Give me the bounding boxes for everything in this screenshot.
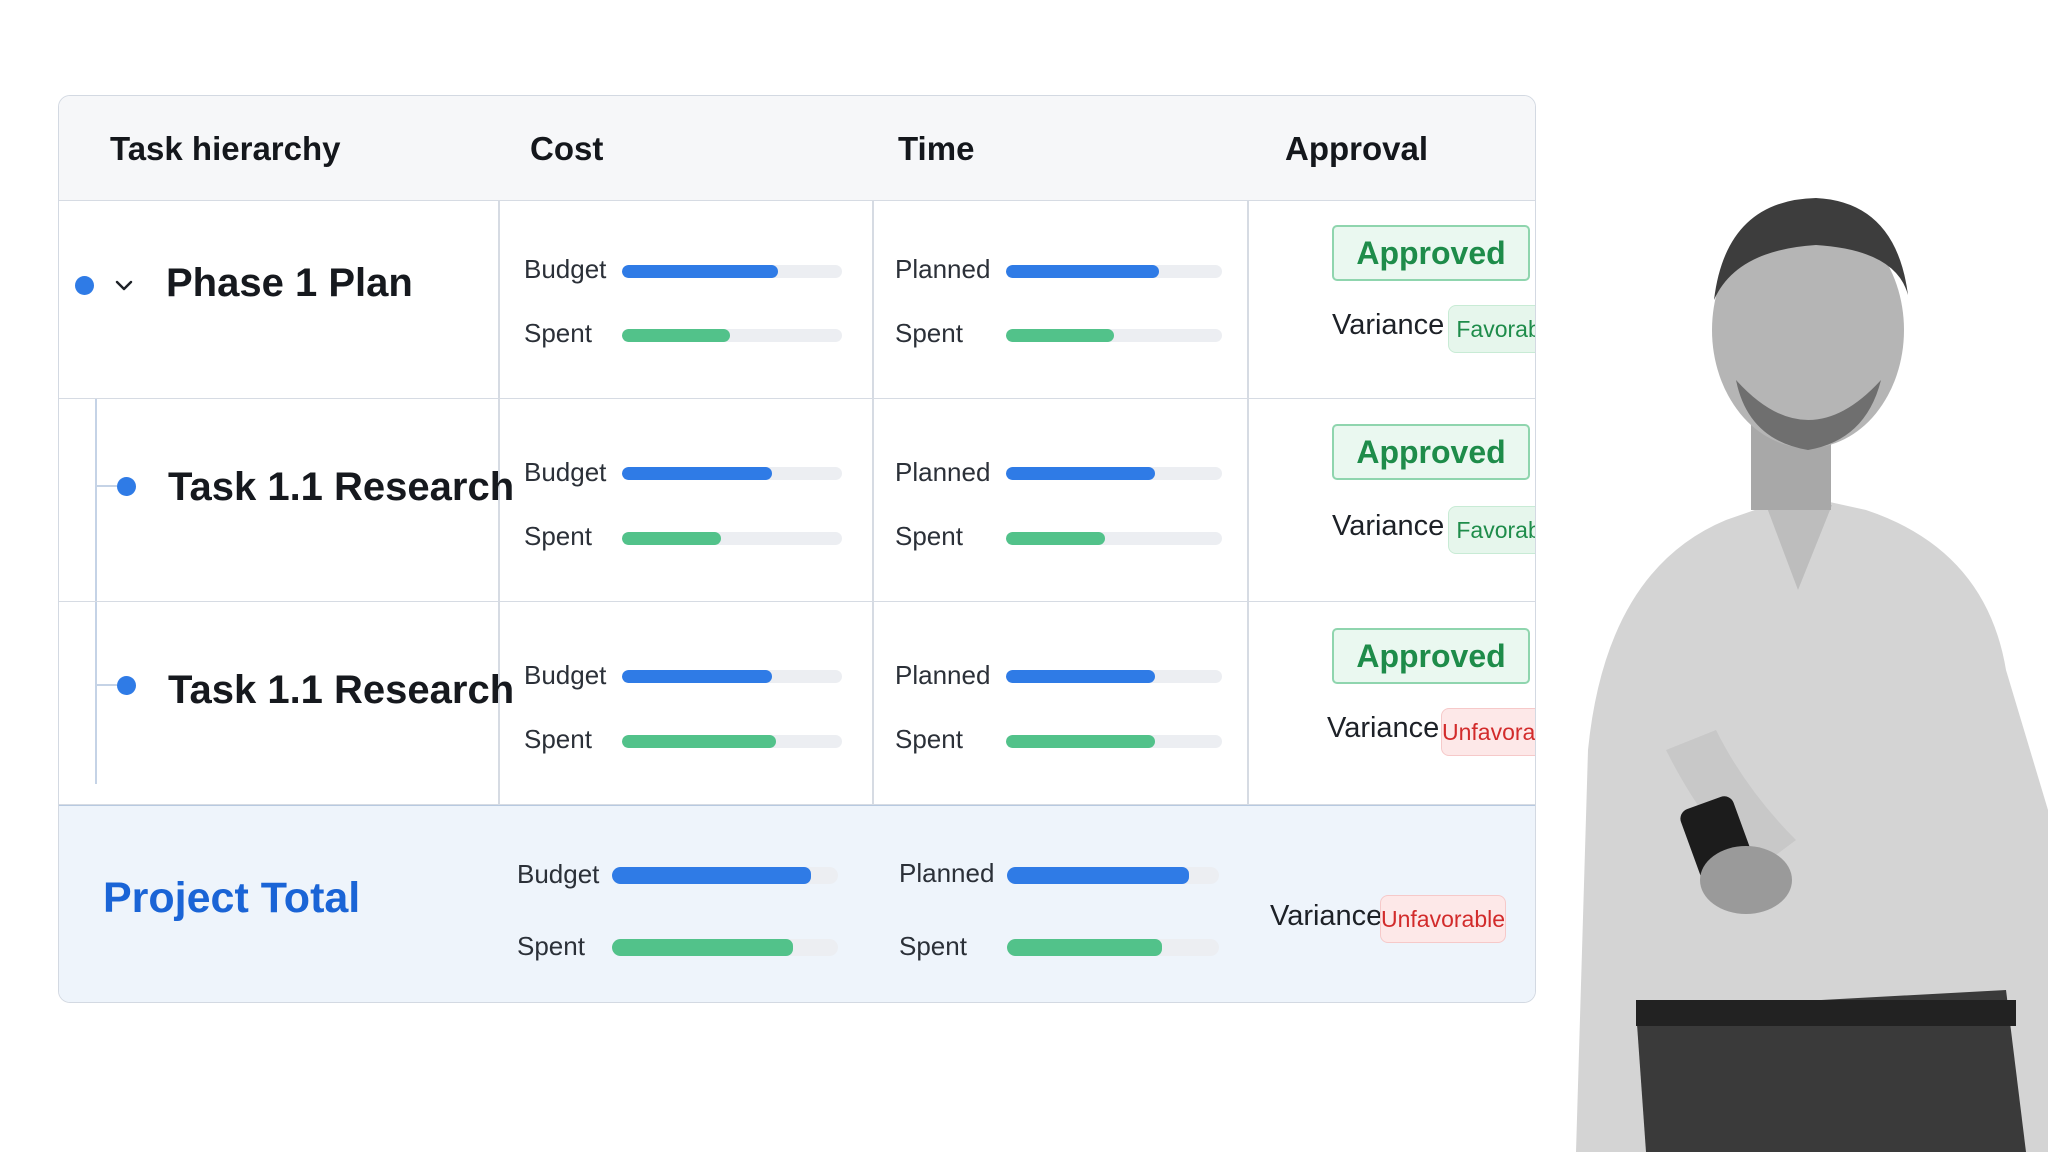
header-task-hierarchy[interactable]: Task hierarchy xyxy=(110,130,341,168)
header-time[interactable]: Time xyxy=(898,130,974,168)
tree-node-dot-icon xyxy=(117,477,136,496)
budget-bar xyxy=(612,867,838,884)
cost-spent-bar xyxy=(622,735,842,748)
table-row[interactable]: Task 1.1 Research Budget Spent Planned S… xyxy=(59,602,1535,805)
time-spent-bar xyxy=(1006,329,1222,342)
spent-label: Spent xyxy=(895,724,963,754)
spent-label: Spent xyxy=(524,318,592,348)
budget-label: Budget xyxy=(524,254,607,284)
task-name[interactable]: Phase 1 Plan xyxy=(166,261,413,306)
planned-bar xyxy=(1006,265,1222,278)
task-name[interactable]: Task 1.1 Research xyxy=(168,668,514,713)
cost-spent-bar xyxy=(622,329,842,342)
variance-badge: Favorable xyxy=(1448,305,1535,353)
project-total-label: Project Total xyxy=(103,874,361,922)
variance-label: Variance xyxy=(1332,309,1445,341)
planned-label: Planned xyxy=(895,457,991,487)
planned-label: Planned xyxy=(899,858,995,888)
variance-badge: Unfavorable xyxy=(1380,895,1506,943)
budget-bar xyxy=(622,265,842,278)
approval-status-badge[interactable]: Approved xyxy=(1332,225,1530,281)
time-spent-bar xyxy=(1006,532,1222,545)
cost-spent-bar xyxy=(612,939,838,956)
table-row[interactable]: Task 1.1 Research Budget Spent Planned S… xyxy=(59,399,1535,602)
approval-status-badge[interactable]: Approved xyxy=(1332,424,1530,480)
approval-status-badge[interactable]: Approved xyxy=(1332,628,1530,684)
variance-label: Variance xyxy=(1270,900,1383,932)
table-header: Task hierarchy Cost Time Approval xyxy=(59,96,1535,201)
planned-label: Planned xyxy=(895,254,991,284)
project-total-row[interactable]: Project Total Budget Spent Planned Spent… xyxy=(59,805,1535,1002)
planned-bar xyxy=(1007,867,1219,884)
chevron-down-icon[interactable] xyxy=(115,277,133,295)
variance-label: Variance xyxy=(1327,712,1440,744)
budget-label: Budget xyxy=(524,660,607,690)
spent-label: Spent xyxy=(899,931,967,961)
tree-branch-line xyxy=(95,684,117,686)
budget-label: Budget xyxy=(517,859,600,889)
time-spent-bar xyxy=(1006,735,1222,748)
header-cost[interactable]: Cost xyxy=(530,130,603,168)
planned-bar xyxy=(1006,670,1222,683)
presenter-photo xyxy=(1576,198,2048,1152)
budget-label: Budget xyxy=(524,457,607,487)
spent-label: Spent xyxy=(524,724,592,754)
spent-label: Spent xyxy=(524,521,592,551)
tree-node-dot-icon xyxy=(117,676,136,695)
spent-label: Spent xyxy=(895,318,963,348)
task-name[interactable]: Task 1.1 Research xyxy=(168,465,514,510)
budget-table: Task hierarchy Cost Time Approval Phase … xyxy=(58,95,1536,1003)
budget-bar xyxy=(622,670,842,683)
time-spent-bar xyxy=(1007,939,1219,956)
variance-badge: Favorable xyxy=(1448,506,1535,554)
variance-label: Variance xyxy=(1332,510,1445,542)
header-approval[interactable]: Approval xyxy=(1285,130,1428,168)
budget-bar xyxy=(622,467,842,480)
planned-label: Planned xyxy=(895,660,991,690)
tree-branch-line xyxy=(95,485,117,487)
planned-bar xyxy=(1006,467,1222,480)
spent-label: Spent xyxy=(517,931,585,961)
spent-label: Spent xyxy=(895,521,963,551)
tree-node-dot-icon xyxy=(75,276,94,295)
cost-spent-bar xyxy=(622,532,842,545)
variance-badge: Unfavorable xyxy=(1441,708,1535,756)
table-row[interactable]: Phase 1 Plan Budget Spent Planned Spent … xyxy=(59,201,1535,399)
